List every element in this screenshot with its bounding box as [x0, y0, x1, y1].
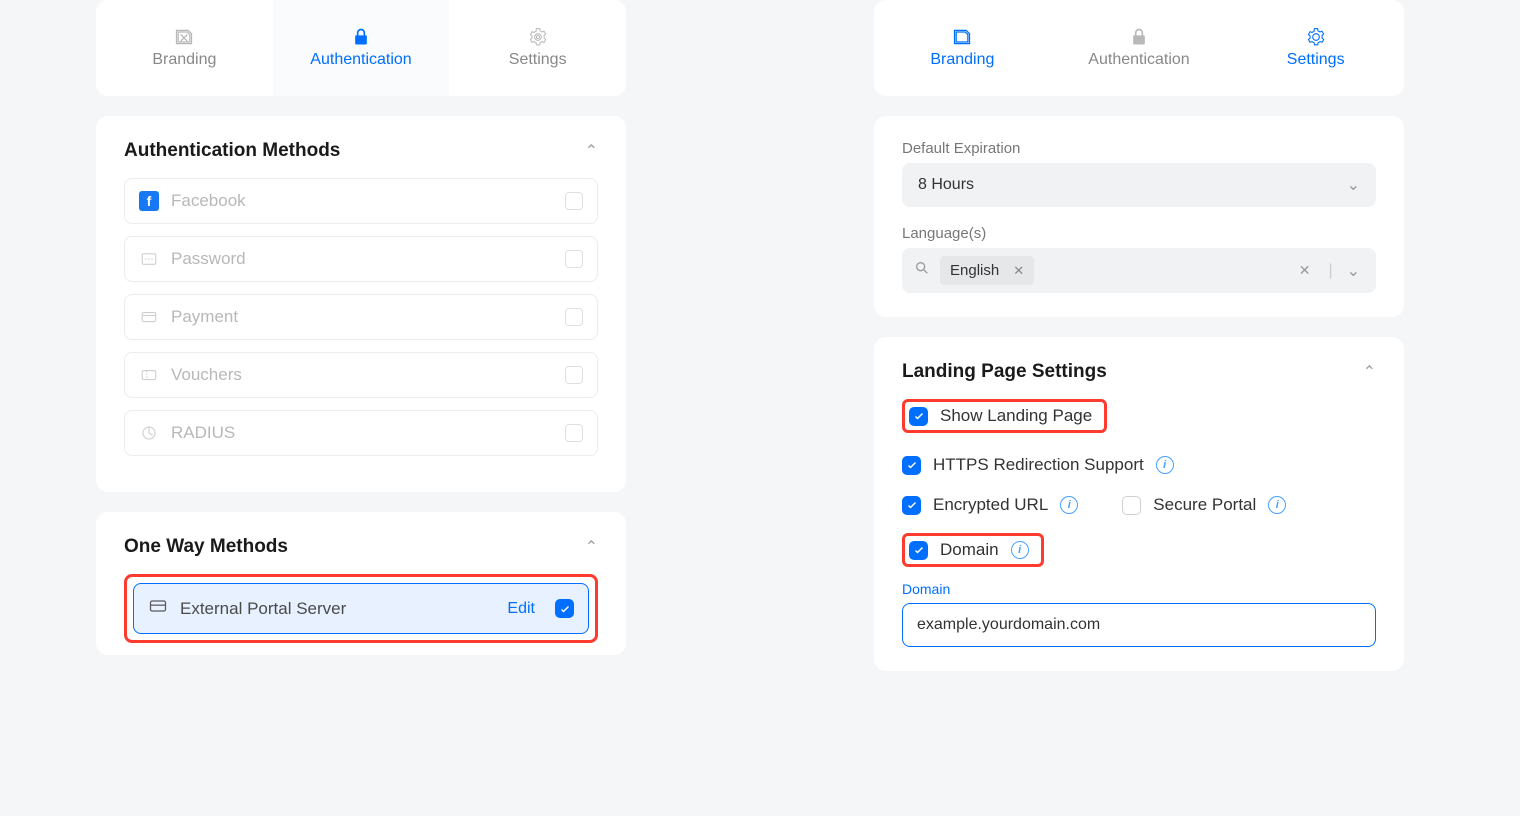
tab-branding[interactable]: Branding [96, 0, 273, 96]
https-redirect-label: HTTPS Redirection Support [933, 455, 1144, 475]
tab-authentication-label: Authentication [1088, 51, 1189, 69]
payment-icon [139, 307, 159, 327]
show-landing-checkbox[interactable] [909, 407, 928, 426]
method-password-label: Password [171, 249, 553, 269]
language-chip-english: English ✕ [940, 256, 1034, 285]
tab-branding-label: Branding [152, 51, 216, 69]
chevron-down-icon[interactable]: ⌄ [1343, 261, 1364, 281]
facebook-icon: f [139, 191, 159, 211]
domain-input[interactable] [902, 603, 1376, 647]
landing-page-card: Landing Page Settings ⌃ Show Landing Pag… [874, 337, 1404, 671]
method-vouchers-label: Vouchers [171, 365, 553, 385]
show-landing-highlight: Show Landing Page [902, 399, 1107, 433]
default-expiration-value: 8 Hours [918, 176, 974, 194]
method-radius-label: RADIUS [171, 423, 553, 443]
tab-settings-label: Settings [1287, 51, 1345, 69]
tab-authentication[interactable]: Authentication [273, 0, 450, 96]
branding-icon [952, 27, 972, 47]
encrypted-url-checkbox[interactable] [902, 496, 921, 515]
domain-checkbox-label: Domain [940, 540, 999, 560]
auth-methods-title: Authentication Methods [124, 140, 340, 162]
language-chip-label: English [950, 262, 999, 279]
external-portal-label: External Portal Server [180, 599, 495, 619]
https-redirect-checkbox[interactable] [902, 456, 921, 475]
secure-portal-label: Secure Portal [1153, 495, 1256, 515]
password-icon [139, 249, 159, 269]
external-portal-edit[interactable]: Edit [507, 600, 535, 618]
method-facebook[interactable]: f Facebook [124, 178, 598, 224]
method-radius[interactable]: RADIUS [124, 410, 598, 456]
lock-icon [1129, 27, 1149, 47]
info-icon[interactable]: i [1011, 541, 1029, 559]
clear-icon[interactable]: ✕ [1291, 262, 1319, 279]
tab-settings[interactable]: Settings [449, 0, 626, 96]
languages-label: Language(s) [902, 225, 1376, 242]
one-way-title: One Way Methods [124, 536, 288, 558]
tab-authentication[interactable]: Authentication [1051, 0, 1228, 96]
method-vouchers[interactable]: Vouchers [124, 352, 598, 398]
external-portal-checkbox[interactable] [555, 599, 574, 618]
method-password-checkbox[interactable] [565, 250, 583, 268]
chevron-up-icon[interactable]: ⌃ [1363, 362, 1376, 382]
method-facebook-label: Facebook [171, 191, 553, 211]
chevron-up-icon[interactable]: ⌃ [585, 537, 598, 557]
method-radius-checkbox[interactable] [565, 424, 583, 442]
branding-icon [174, 27, 194, 47]
radius-icon [139, 423, 159, 443]
method-payment-label: Payment [171, 307, 553, 327]
gear-icon [528, 27, 548, 47]
domain-field-label: Domain [902, 581, 1376, 597]
method-payment-checkbox[interactable] [565, 308, 583, 326]
default-expiration-select[interactable]: 8 Hours ⌄ [902, 163, 1376, 207]
method-payment[interactable]: Payment [124, 294, 598, 340]
method-password[interactable]: Password [124, 236, 598, 282]
external-portal-icon [148, 596, 168, 621]
tab-settings[interactable]: Settings [1227, 0, 1404, 96]
landing-title: Landing Page Settings [902, 361, 1107, 383]
encrypted-url-label: Encrypted URL [933, 495, 1048, 515]
tabbar-left: Branding Authentication Settings [96, 0, 626, 96]
external-portal-highlight: External Portal Server Edit [124, 574, 598, 643]
default-expiration-label: Default Expiration [902, 140, 1376, 157]
info-icon[interactable]: i [1060, 496, 1078, 514]
tab-settings-label: Settings [509, 51, 567, 69]
authentication-panel: Branding Authentication Settings Authent… [96, 0, 626, 675]
settings-panel: Branding Authentication Settings Default… [874, 0, 1404, 691]
domain-highlight: Domain i [902, 533, 1044, 567]
auth-methods-card: Authentication Methods ⌃ f Facebook Pass… [96, 116, 626, 492]
info-icon[interactable]: i [1268, 496, 1286, 514]
encrypted-secure-row: Encrypted URL i Secure Portal i [902, 485, 1376, 525]
chip-remove-icon[interactable]: ✕ [1013, 263, 1024, 279]
domain-checkbox[interactable] [909, 541, 928, 560]
lock-icon [351, 27, 371, 47]
info-icon[interactable]: i [1156, 456, 1174, 474]
tabbar-right: Branding Authentication Settings [874, 0, 1404, 96]
method-vouchers-checkbox[interactable] [565, 366, 583, 384]
tab-authentication-label: Authentication [310, 51, 411, 69]
chevron-down-icon: ⌄ [1347, 175, 1360, 195]
one-way-methods-card: One Way Methods ⌃ External Portal Server… [96, 512, 626, 655]
method-external-portal[interactable]: External Portal Server Edit [133, 583, 589, 634]
method-facebook-checkbox[interactable] [565, 192, 583, 210]
tab-branding-label: Branding [930, 51, 994, 69]
languages-select[interactable]: English ✕ ✕ | ⌄ [902, 248, 1376, 293]
secure-portal-checkbox[interactable] [1122, 496, 1141, 515]
show-landing-label: Show Landing Page [940, 406, 1092, 426]
https-redirect-row: HTTPS Redirection Support i [902, 445, 1376, 485]
chevron-up-icon[interactable]: ⌃ [585, 141, 598, 161]
gear-icon [1306, 27, 1326, 47]
general-settings-card: Default Expiration 8 Hours ⌄ Language(s)… [874, 116, 1404, 317]
voucher-icon [139, 365, 159, 385]
tab-branding[interactable]: Branding [874, 0, 1051, 96]
search-icon [914, 260, 930, 281]
